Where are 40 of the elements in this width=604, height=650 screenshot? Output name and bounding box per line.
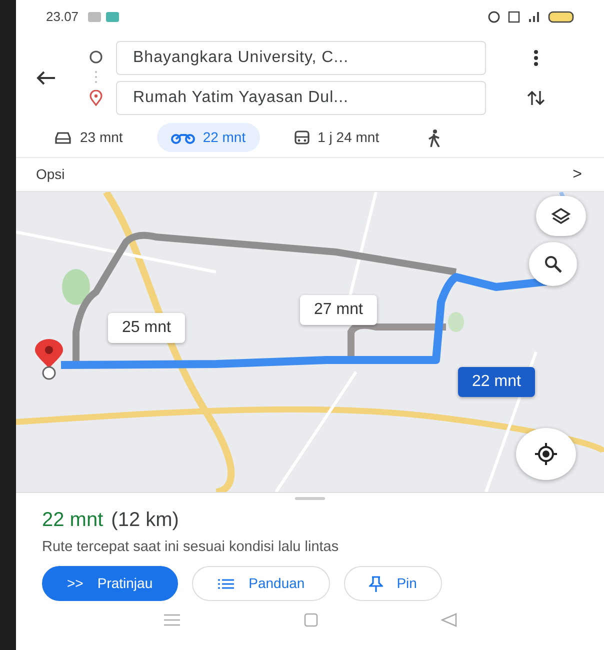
preview-button[interactable]: >> Pratinjau — [42, 566, 178, 602]
bus-icon — [294, 130, 310, 146]
notification-icons — [86, 11, 121, 23]
motorbike-icon — [170, 132, 195, 144]
options-chevron[interactable]: > — [572, 162, 582, 186]
pushpin-icon — [368, 576, 383, 592]
destination-marker-icon — [32, 338, 66, 380]
swap-icon[interactable] — [527, 89, 545, 107]
route-distance: (12 km) — [111, 508, 179, 533]
origin-field[interactable]: Bhayangkara University, C... — [116, 41, 486, 75]
more-options-icon[interactable] — [533, 49, 539, 67]
signal-icon — [528, 11, 540, 23]
battery-icon — [548, 11, 574, 23]
layers-icon — [551, 207, 571, 225]
list-icon — [216, 578, 235, 590]
search-icon — [544, 255, 562, 273]
double-chevron-icon: >> — [67, 573, 84, 594]
travel-mode-tab[interactable]: 1 j 24 mnt — [280, 123, 394, 152]
dotted-line-icon — [94, 70, 98, 84]
destination-field[interactable]: Rumah Yatim Yayasan Dul... — [116, 81, 486, 115]
route-description: Rute tercepat saat ini sesuai kondisi lalu lintas — [42, 538, 340, 556]
steps-button[interactable]: Panduan — [192, 566, 330, 602]
walking-person-icon — [427, 128, 442, 146]
destination-pin-icon — [89, 90, 103, 106]
location-target-icon — [534, 442, 558, 466]
route-duration: 22 mnt — [42, 508, 104, 533]
drag-handle-icon[interactable] — [295, 497, 325, 501]
route-time-label[interactable]: 25 mnt — [108, 313, 185, 343]
options-label[interactable]: Opsi — [36, 164, 65, 185]
back-arrow-icon[interactable] — [36, 70, 56, 86]
vibrate-status-icon — [508, 11, 520, 23]
location-status-icon — [488, 11, 500, 23]
origin-circle-icon — [89, 50, 103, 64]
route-time-label[interactable]: 27 mnt — [300, 295, 377, 325]
car-icon — [54, 130, 72, 144]
pin-button[interactable]: Pin — [344, 566, 442, 602]
travel-mode-tab[interactable]: 22 mnt — [156, 123, 260, 152]
travel-mode-tab[interactable]: 23 mnt — [40, 123, 137, 152]
status-time: 23.07 — [46, 8, 79, 26]
route-time-label[interactable]: 22 mnt — [458, 367, 535, 397]
